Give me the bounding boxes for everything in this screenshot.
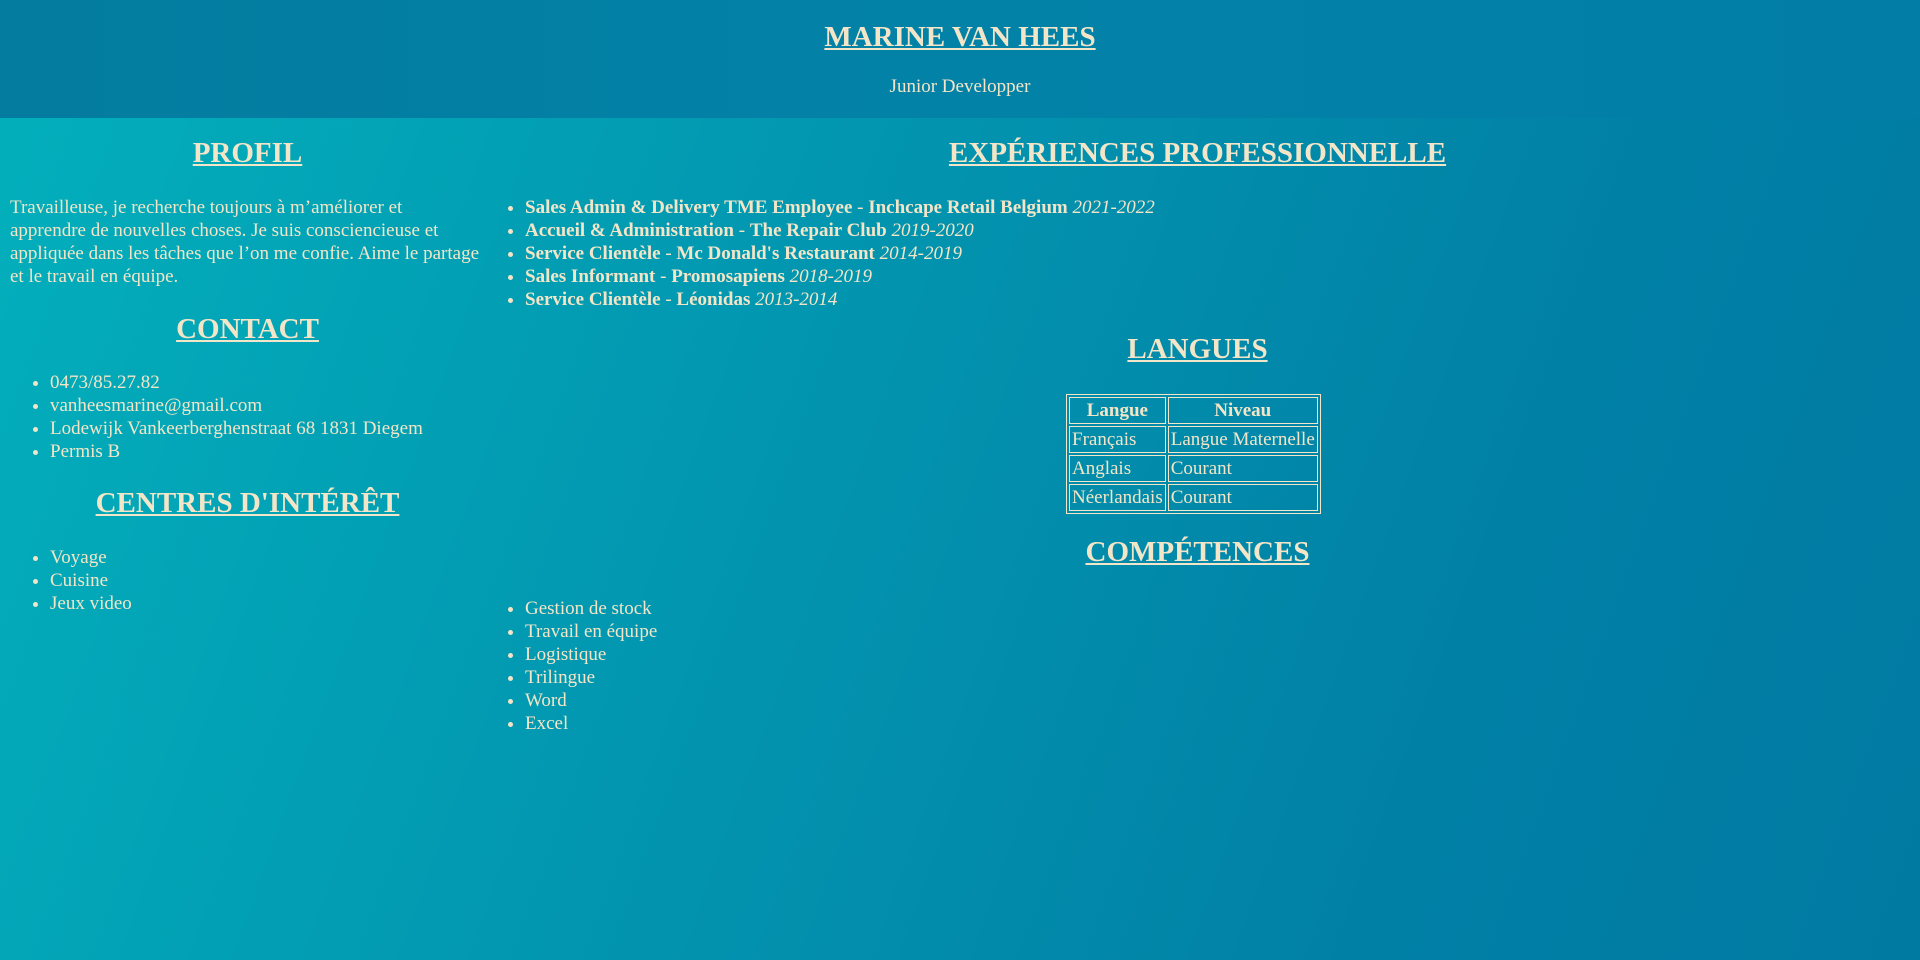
contact-address: Lodewijk Vankeerberghenstraat 68 1831 Di… <box>50 417 490 440</box>
table-cell-niveau: Courant <box>1167 484 1318 511</box>
table-header-niveau: Niveau <box>1167 397 1318 424</box>
table-row: Français Langue Maternelle <box>1069 426 1318 453</box>
job-title: Junior Developper <box>889 76 1031 97</box>
experience-item: Accueil & Administration - The Repair Cl… <box>525 219 1485 242</box>
contact-phone: 0473/85.27.82 <box>50 371 490 394</box>
table-row: Anglais Courant <box>1069 455 1318 482</box>
contact-heading: CONTACT <box>176 313 319 345</box>
competence-item: Gestion de stock <box>525 597 1285 620</box>
page-header: MARINE VAN HEES Junior Developper <box>0 0 1920 118</box>
table-cell-niveau: Langue Maternelle <box>1167 426 1318 453</box>
experiences-heading: EXPÉRIENCES PROFESSIONNELLE <box>948 137 1447 169</box>
experience-item: Service Clientèle - Mc Donald's Restaura… <box>525 242 1485 265</box>
langues-table: Langue Niveau Français Langue Maternelle… <box>1066 394 1321 514</box>
competence-item: Travail en équipe <box>525 620 1285 643</box>
table-row: Néerlandais Courant <box>1069 484 1318 511</box>
competences-list: Gestion de stock Travail en équipe Logis… <box>485 597 1285 735</box>
interest-item: Voyage <box>50 546 490 569</box>
competence-item: Logistique <box>525 643 1285 666</box>
competence-item: Trilingue <box>525 666 1285 689</box>
competence-item: Excel <box>525 712 1285 735</box>
table-cell-niveau: Courant <box>1167 455 1318 482</box>
experience-item: Sales Informant - Promosapiens 2018-2019 <box>525 265 1485 288</box>
interest-item: Jeux video <box>50 592 490 615</box>
profil-heading: PROFIL <box>192 137 303 169</box>
table-cell-langue: Néerlandais <box>1069 484 1166 511</box>
page-title: MARINE VAN HEES <box>824 21 1096 53</box>
competences-heading: COMPÉTENCES <box>1085 536 1310 568</box>
competence-item: Word <box>525 689 1285 712</box>
profil-text: Travailleuse, je recherche toujours à m’… <box>10 197 480 287</box>
contact-email: vanheesmarine@gmail.com <box>50 394 490 417</box>
table-cell-langue: Français <box>1069 426 1166 453</box>
table-cell-langue: Anglais <box>1069 455 1166 482</box>
interests-list: Voyage Cuisine Jeux video <box>10 546 490 615</box>
interest-item: Cuisine <box>50 569 490 592</box>
experience-item: Sales Admin & Delivery TME Employee - In… <box>525 196 1485 219</box>
table-header-langue: Langue <box>1069 397 1166 424</box>
langues-heading: LANGUES <box>1127 333 1268 365</box>
interests-heading: CENTRES D'INTÉRÊT <box>95 487 400 519</box>
contact-license: Permis B <box>50 440 490 463</box>
contact-list: 0473/85.27.82 vanheesmarine@gmail.com Lo… <box>10 371 490 463</box>
table-header-row: Langue Niveau <box>1069 397 1318 424</box>
experiences-list: Sales Admin & Delivery TME Employee - In… <box>485 196 1485 311</box>
experience-item: Service Clientèle - Léonidas 2013-2014 <box>525 288 1485 311</box>
